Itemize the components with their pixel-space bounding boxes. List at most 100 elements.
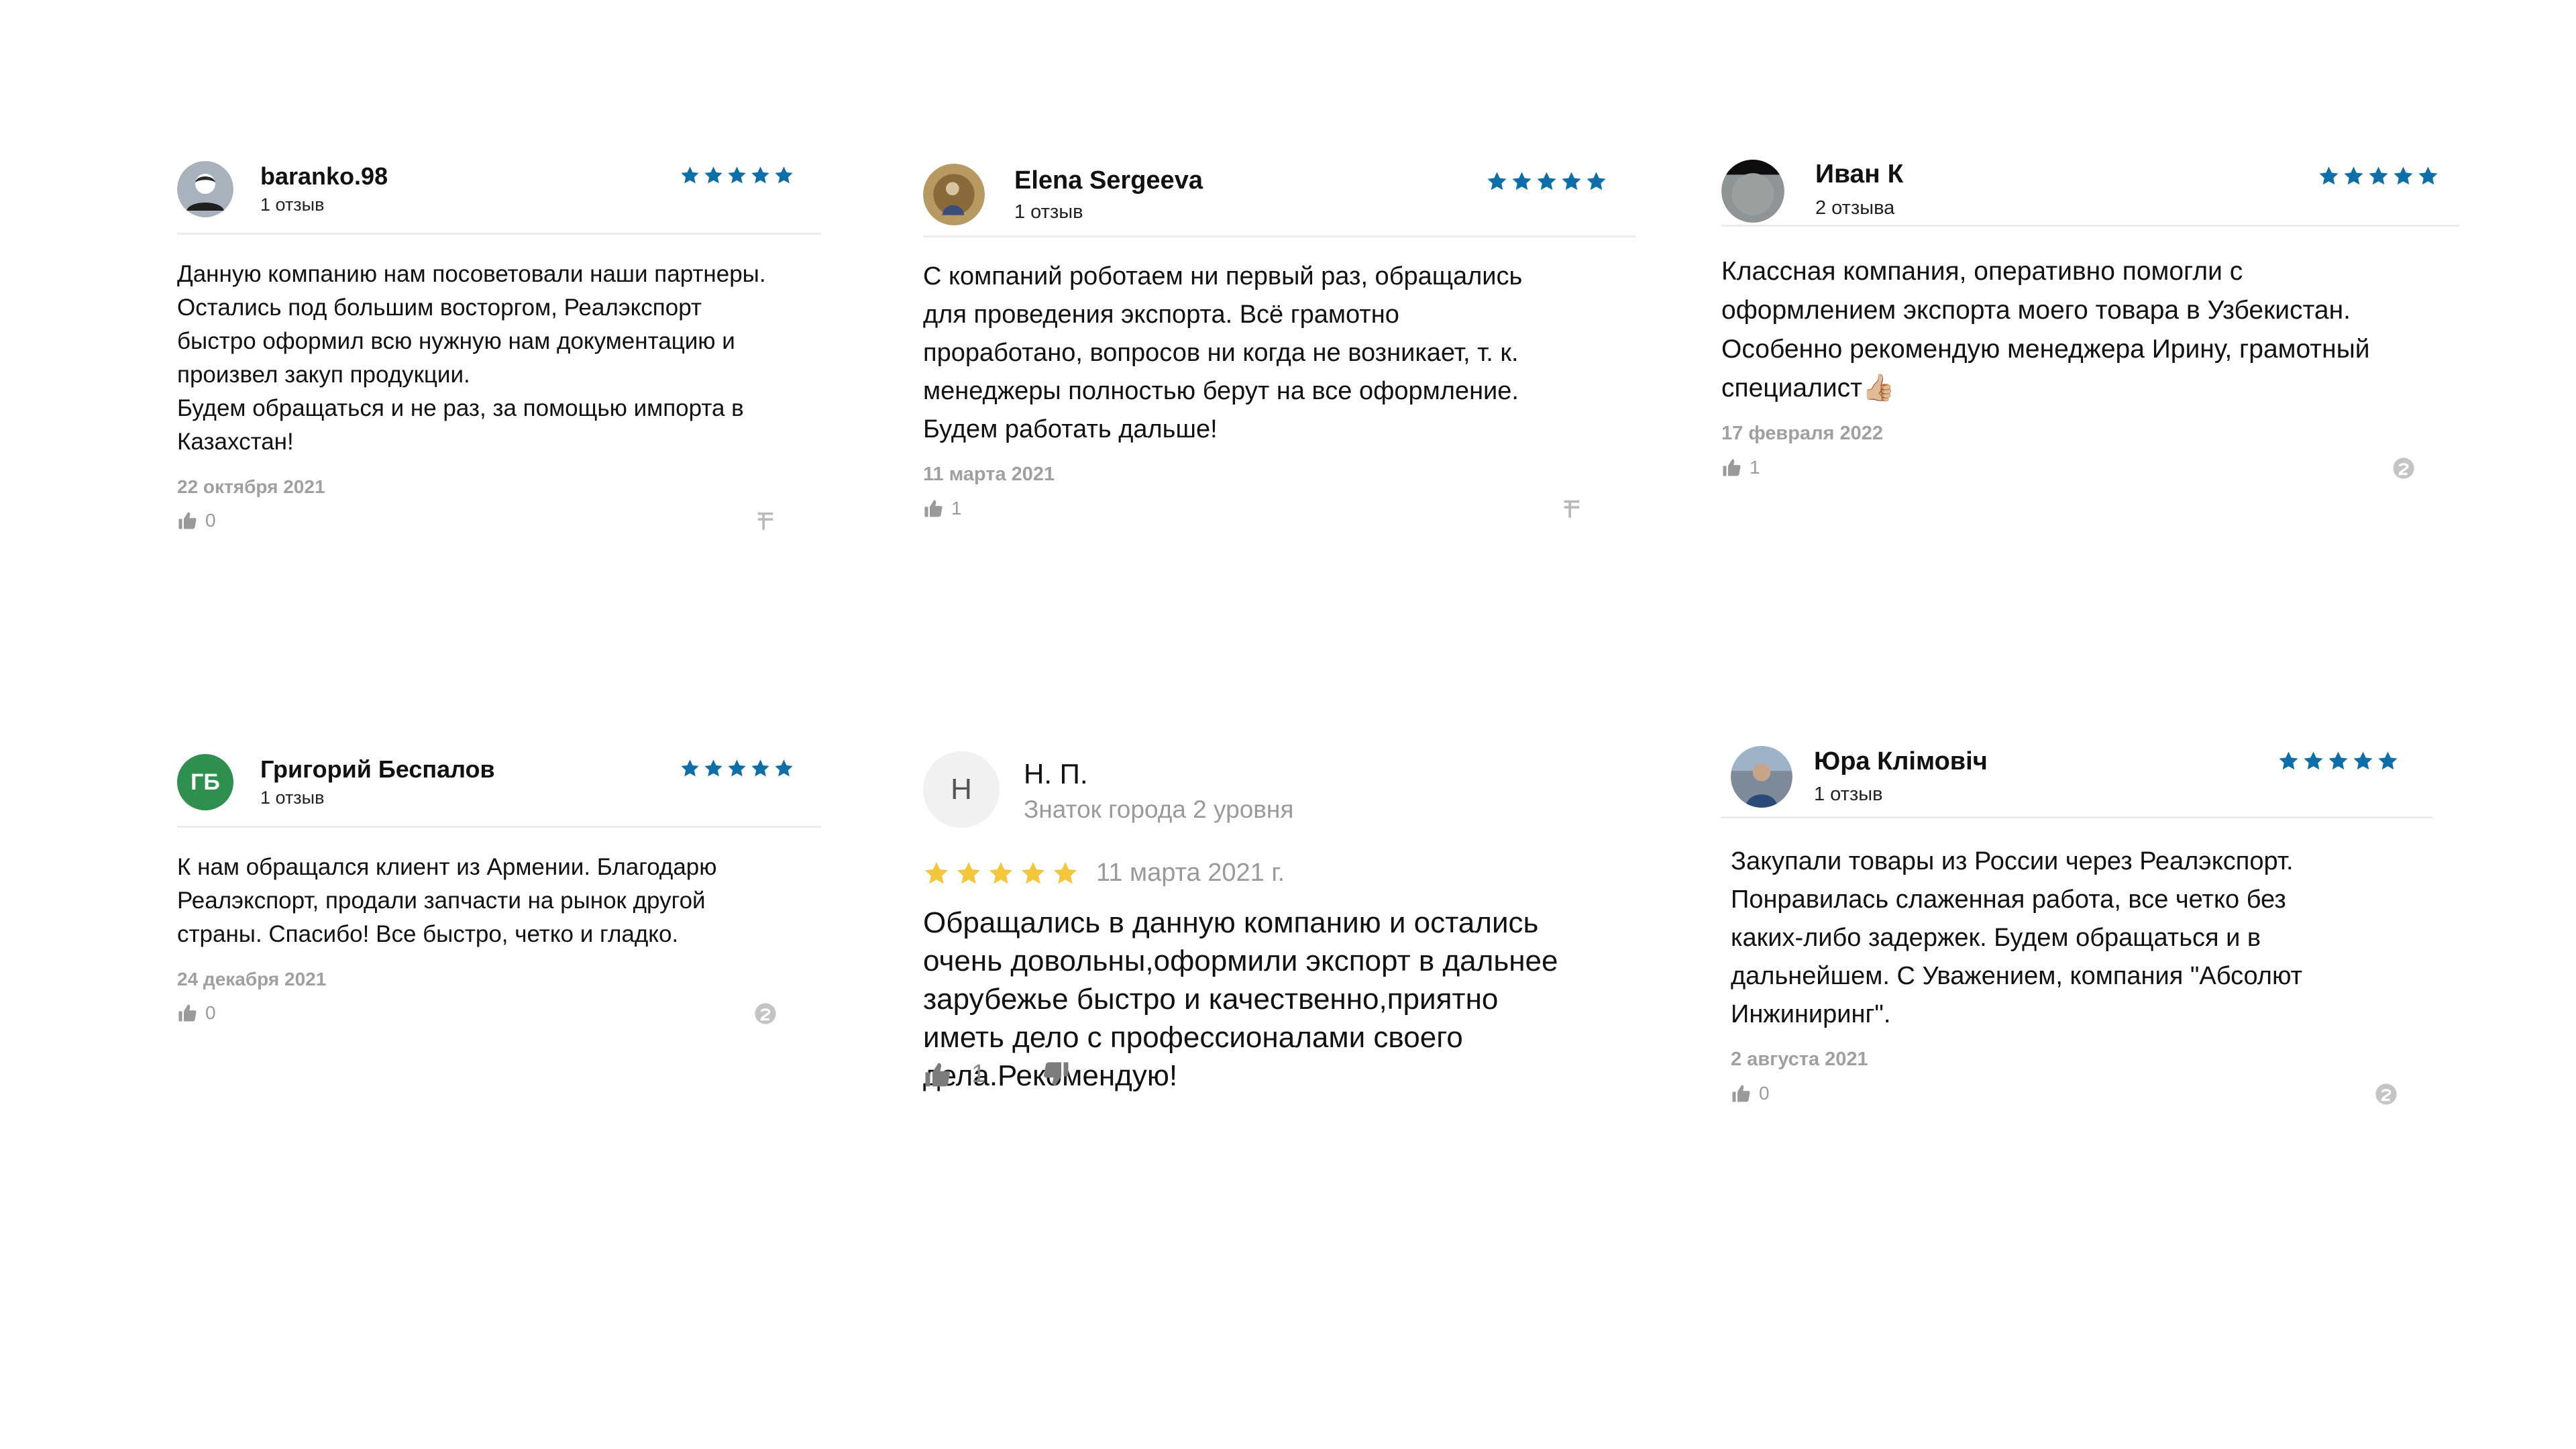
2gis-icon[interactable]	[2392, 457, 2415, 480]
star-icon	[773, 165, 794, 186]
like-button[interactable]: 0	[177, 510, 216, 531]
star-icon	[923, 860, 950, 887]
star-icon	[1052, 860, 1079, 887]
author-reviews-count: 1 отзыв	[260, 195, 325, 215]
star-icon	[1020, 860, 1046, 887]
like-count: 1	[951, 498, 962, 519]
star-icon	[773, 758, 794, 779]
review-actions: 1	[923, 498, 1635, 525]
star-icon	[727, 758, 747, 779]
review-card: Elena Sergeeva 1 отзыв С компаний робота…	[923, 164, 1635, 525]
star-icon	[2318, 165, 2340, 187]
like-button[interactable]: 0	[177, 1002, 216, 1024]
review-actions: 0	[177, 510, 821, 537]
avatar[interactable]	[923, 164, 985, 225]
star-icon	[2367, 165, 2390, 187]
author-reviews-count: 1 отзыв	[1014, 201, 1083, 223]
dislike-button[interactable]	[1042, 1060, 1071, 1088]
like-count: 1	[1750, 457, 1760, 478]
author-name[interactable]: Юра Клімовіч	[1814, 747, 1988, 776]
star-icon	[1560, 170, 1582, 193]
2gis-icon[interactable]	[754, 1002, 777, 1025]
star-icon	[680, 165, 700, 186]
review-card: Юра Клімовіч 1 отзыв Закупали товары из …	[1721, 746, 2432, 1110]
star-icon	[1511, 170, 1533, 193]
review-date: 22 октября 2021	[177, 476, 325, 497]
thumb-up-icon	[923, 1061, 951, 1089]
star-icon	[1536, 170, 1558, 193]
like-count: 1	[971, 1060, 986, 1088]
star-icon	[750, 758, 771, 779]
star-icon	[2343, 165, 2365, 187]
author-name[interactable]: Иван К	[1815, 160, 1903, 189]
flamp-icon[interactable]	[1560, 498, 1583, 521]
star-icon	[703, 165, 724, 186]
avatar[interactable]	[177, 161, 233, 217]
review-card: baranko.98 1 отзыв Данную компанию нам п…	[177, 161, 821, 537]
like-button[interactable]: 1	[923, 498, 962, 519]
review-actions: 1	[1721, 457, 2459, 484]
avatar[interactable]	[1721, 160, 1784, 223]
star-icon	[1585, 170, 1607, 193]
review-header: ГБ Григорий Беспалов 1 отзыв	[177, 754, 821, 828]
review-header: Юра Клімовіч 1 отзыв	[1721, 746, 2432, 818]
like-count: 0	[205, 510, 216, 531]
like-count: 0	[1759, 1083, 1770, 1104]
like-count: 0	[205, 1002, 216, 1023]
star-icon	[2277, 750, 2300, 772]
star-icon	[2417, 165, 2439, 187]
star-icon	[2327, 750, 2349, 772]
thumb-down-icon	[1042, 1060, 1071, 1088]
review-text: К нам обращался клиент из Армении. Благо…	[177, 854, 717, 947]
star-icon	[2352, 750, 2374, 772]
star-icon	[2302, 750, 2324, 772]
rating-stars	[680, 758, 794, 779]
review-actions: 0	[1731, 1083, 2432, 1110]
review-text: Закупали товары из России через Реалэксп…	[1731, 847, 2303, 1028]
author-name[interactable]: Н. П.	[1024, 758, 1088, 790]
review-text: Классная компания, оперативно помогли с …	[1721, 257, 2370, 402]
like-button[interactable]: 0	[1731, 1083, 1770, 1104]
star-icon	[1486, 170, 1508, 193]
star-icon	[955, 860, 982, 887]
author-reviews-count: 1 отзыв	[1814, 784, 1883, 805]
review-header: Elena Sergeeva 1 отзыв	[923, 164, 1635, 237]
rating-stars	[923, 860, 1079, 887]
avatar[interactable]	[1731, 746, 1792, 808]
review-card: Иван К 2 отзыва Классная компания, опера…	[1721, 160, 2459, 484]
review-date: 11 марта 2021	[923, 464, 1055, 485]
rating-stars	[2318, 165, 2439, 187]
review-actions: 1	[923, 1060, 1191, 1093]
author-reviews-count: 1 отзыв	[260, 788, 325, 808]
review-header: baranko.98 1 отзыв	[177, 161, 821, 235]
thumb-up-icon	[1721, 458, 1741, 478]
star-icon	[727, 165, 747, 186]
review-text: Данную компанию нам посоветовали наши па…	[177, 261, 766, 455]
star-icon	[987, 860, 1014, 887]
author-name[interactable]: baranko.98	[260, 162, 388, 191]
flamp-icon[interactable]	[754, 510, 777, 533]
2gis-icon[interactable]	[2375, 1083, 2398, 1106]
thumb-up-icon	[1731, 1083, 1751, 1104]
author-name[interactable]: Григорий Беспалов	[260, 755, 495, 784]
thumb-up-icon	[177, 511, 197, 531]
like-button[interactable]: 1	[1721, 457, 1760, 478]
rating-stars	[680, 165, 794, 186]
author-name[interactable]: Elena Sergeeva	[1014, 166, 1203, 195]
rating-row: 11 марта 2021 г.	[923, 859, 1285, 888]
star-icon	[2392, 165, 2414, 187]
avatar[interactable]: ГБ	[177, 754, 233, 810]
star-icon	[680, 758, 700, 779]
review-header: Иван К 2 отзыва	[1721, 160, 2459, 227]
star-icon	[703, 758, 724, 779]
author-reviews-count: 2 отзыва	[1815, 197, 1895, 219]
rating-stars	[2277, 750, 2399, 772]
review-date: 2 августа 2021	[1731, 1049, 1868, 1070]
review-date: 11 марта 2021 г.	[1096, 859, 1285, 887]
author-level: Знаток города 2 уровня	[1024, 796, 1294, 823]
avatar[interactable]: Н	[923, 751, 1000, 828]
review-card: ГБ Григорий Беспалов 1 отзыв К нам обращ…	[177, 754, 821, 1029]
review-date: 24 декабря 2021	[177, 969, 327, 989]
star-icon	[750, 165, 771, 186]
like-button[interactable]: 1	[923, 1060, 985, 1089]
